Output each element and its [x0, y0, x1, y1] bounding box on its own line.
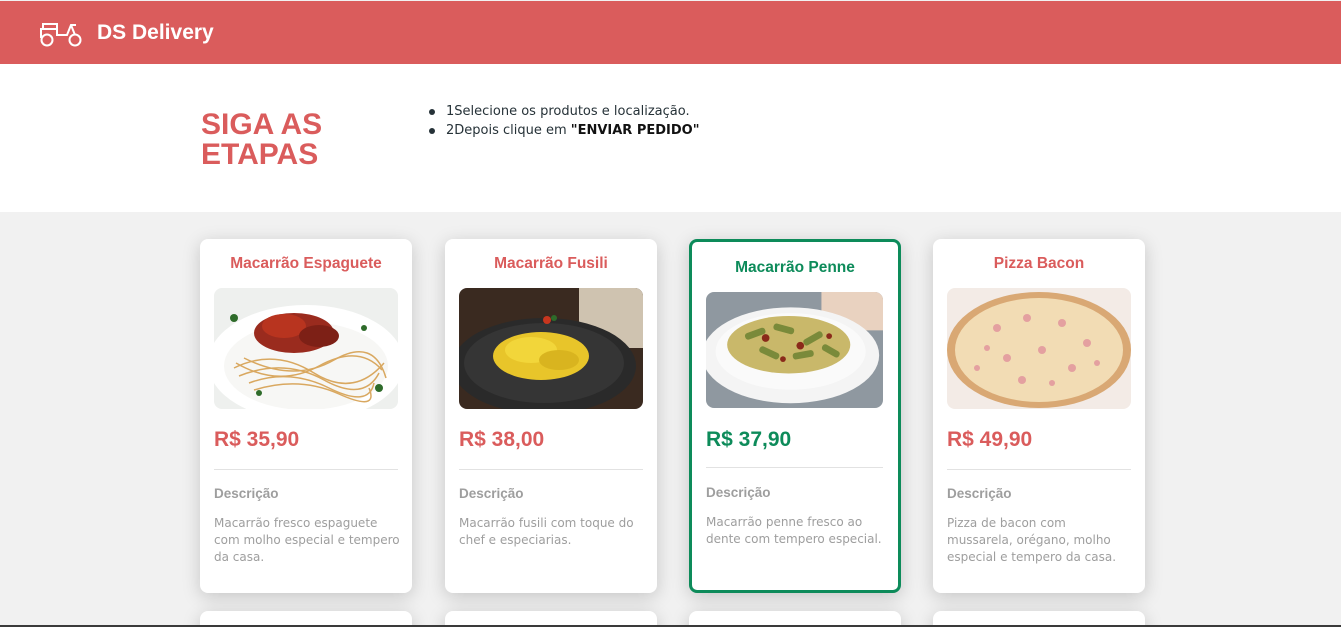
product-image-pizza [947, 288, 1131, 409]
steps-title: SIGA AS ETAPAS [201, 108, 323, 171]
product-image-spaghetti [214, 288, 398, 409]
product-card[interactable]: Macarrão Espaguete R$ 35,90 Descrição Ma… [200, 239, 412, 593]
brand-title[interactable]: DS Delivery [97, 21, 214, 45]
product-card-selected[interactable]: Macarrão Penne R$ 37,90 Descrição Macarr… [689, 239, 901, 593]
step-item-2: 2Depois clique em "ENVIAR PEDIDO" [428, 121, 699, 140]
description-label: Descrição [706, 485, 771, 500]
product-price: R$ 49,90 [947, 428, 1033, 451]
step-1-text: 1Selecione os produtos e localização. [446, 104, 690, 119]
product-description: Pizza de bacon com mussarela, orégano, m… [947, 516, 1117, 564]
steps-list: 1Selecione os produtos e localização. 2D… [428, 102, 699, 140]
divider [706, 467, 883, 468]
navbar: DS Delivery [0, 1, 1341, 64]
product-description: Macarrão fusili com toque do chef e espe… [459, 516, 634, 547]
product-card[interactable]: Macarrão Fusili R$ 38,00 Descrição Macar… [445, 239, 657, 593]
product-price: R$ 37,90 [706, 428, 792, 451]
scooter-icon [40, 22, 82, 46]
product-image-fusili [459, 288, 643, 409]
description-label: Descrição [947, 486, 1012, 501]
steps-section: SIGA AS ETAPAS 1Selecione os produtos e … [0, 64, 1341, 212]
product-name: Macarrão Penne [735, 259, 855, 276]
divider [214, 469, 398, 470]
step-2-emphasis: "ENVIAR PEDIDO" [570, 123, 700, 138]
product-image-penne [706, 292, 883, 408]
product-name: Pizza Bacon [993, 255, 1085, 272]
description-label: Descrição [459, 486, 524, 501]
product-description: Macarrão fresco espaguete com molho espe… [214, 516, 400, 564]
step-item-1: 1Selecione os produtos e localização. [428, 102, 699, 121]
divider [459, 469, 643, 470]
product-name: Macarrão Fusili [494, 255, 608, 272]
divider [947, 469, 1131, 470]
step-2-text: 2Depois clique em [446, 123, 571, 138]
product-price: R$ 38,00 [459, 428, 545, 451]
product-name: Macarrão Espaguete [230, 255, 382, 272]
product-description: Macarrão penne fresco ao dente com tempe… [706, 515, 882, 546]
product-price: R$ 35,90 [214, 428, 300, 451]
description-label: Descrição [214, 486, 279, 501]
product-card[interactable]: Pizza Bacon R$ 49,90 Descrição Pizza de … [933, 239, 1145, 593]
